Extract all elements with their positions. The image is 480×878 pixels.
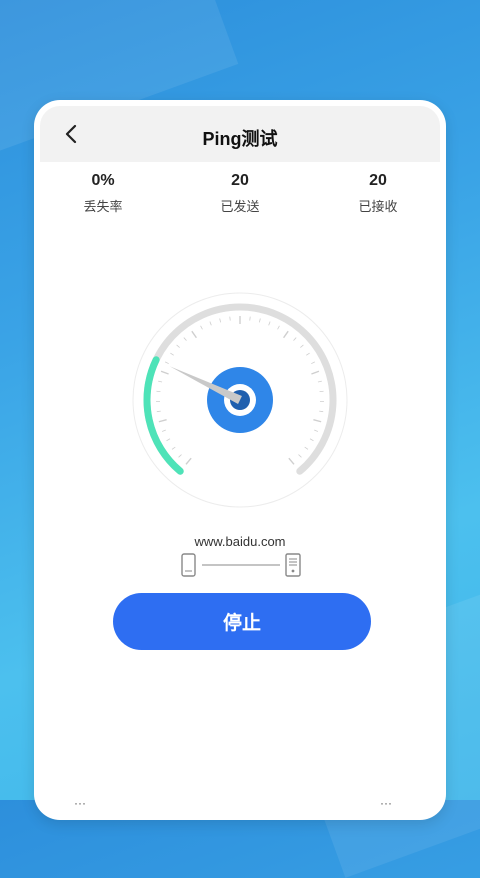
bottom-text-left: ··· <box>74 796 86 810</box>
stat-value: 0% <box>53 172 153 190</box>
page-title: Ping测试 <box>40 125 440 151</box>
target-host: www.baidu.com <box>34 534 446 549</box>
ping-test-card: Ping测试 0% 丢失率 20 已发送 20 已接收 www.baidu.co… <box>34 100 446 820</box>
server-icon <box>286 554 300 576</box>
stats-row: 0% 丢失率 20 已发送 20 已接收 <box>34 172 446 222</box>
gauge-tick <box>284 331 289 338</box>
stat-received: 20 已接收 <box>328 172 428 215</box>
stat-label: 已发送 <box>190 196 290 215</box>
gauge-fill <box>147 360 180 471</box>
gauge-tick <box>186 458 191 464</box>
gauge-tick <box>172 447 175 449</box>
gauge-tick <box>311 371 319 374</box>
phone-icon <box>182 554 195 576</box>
gauge-tick <box>318 381 322 382</box>
gauge-tick <box>162 430 166 431</box>
gauge-tick <box>165 362 169 364</box>
gauge-tick <box>259 318 260 322</box>
gauge-tick <box>210 322 211 326</box>
bottom-text-right: ··· <box>380 796 392 810</box>
header-bar: Ping测试 <box>40 106 440 162</box>
gauge-tick <box>158 381 162 382</box>
gauge-tick <box>278 326 280 330</box>
gauge-tick <box>201 326 203 330</box>
gauge-tick <box>300 345 303 348</box>
gauge-tick <box>310 439 313 441</box>
gauge-tick <box>179 455 182 458</box>
stat-value: 20 <box>328 172 428 190</box>
stat-label: 已接收 <box>328 196 428 215</box>
gauge-tick <box>192 331 197 338</box>
gauge-tick <box>305 447 308 449</box>
gauge-tick <box>161 371 169 374</box>
stat-loss-rate: 0% 丢失率 <box>53 172 153 215</box>
gauge-tick <box>184 338 187 341</box>
stop-button[interactable]: 停止 <box>113 593 371 650</box>
gauge-tick <box>157 411 161 412</box>
gauge-tick <box>294 338 297 341</box>
gauge-tick <box>311 362 315 364</box>
gauge-tick <box>306 353 309 355</box>
gauge-tick <box>170 353 173 355</box>
speed-gauge <box>130 290 350 510</box>
gauge-tick <box>289 458 294 464</box>
gauge-tick <box>159 420 167 422</box>
gauge-tick <box>313 420 321 422</box>
gauge-tick <box>177 345 180 348</box>
gauge-tick <box>319 411 323 412</box>
gauge-tick <box>269 322 270 326</box>
stat-label: 丢失率 <box>53 196 153 215</box>
gauge-tick <box>314 430 318 431</box>
gauge-tick <box>167 439 170 441</box>
stat-sent: 20 已发送 <box>190 172 290 215</box>
gauge-tick <box>220 318 221 322</box>
connection-route <box>180 552 306 580</box>
stat-value: 20 <box>190 172 290 190</box>
gauge-tick <box>299 455 302 458</box>
